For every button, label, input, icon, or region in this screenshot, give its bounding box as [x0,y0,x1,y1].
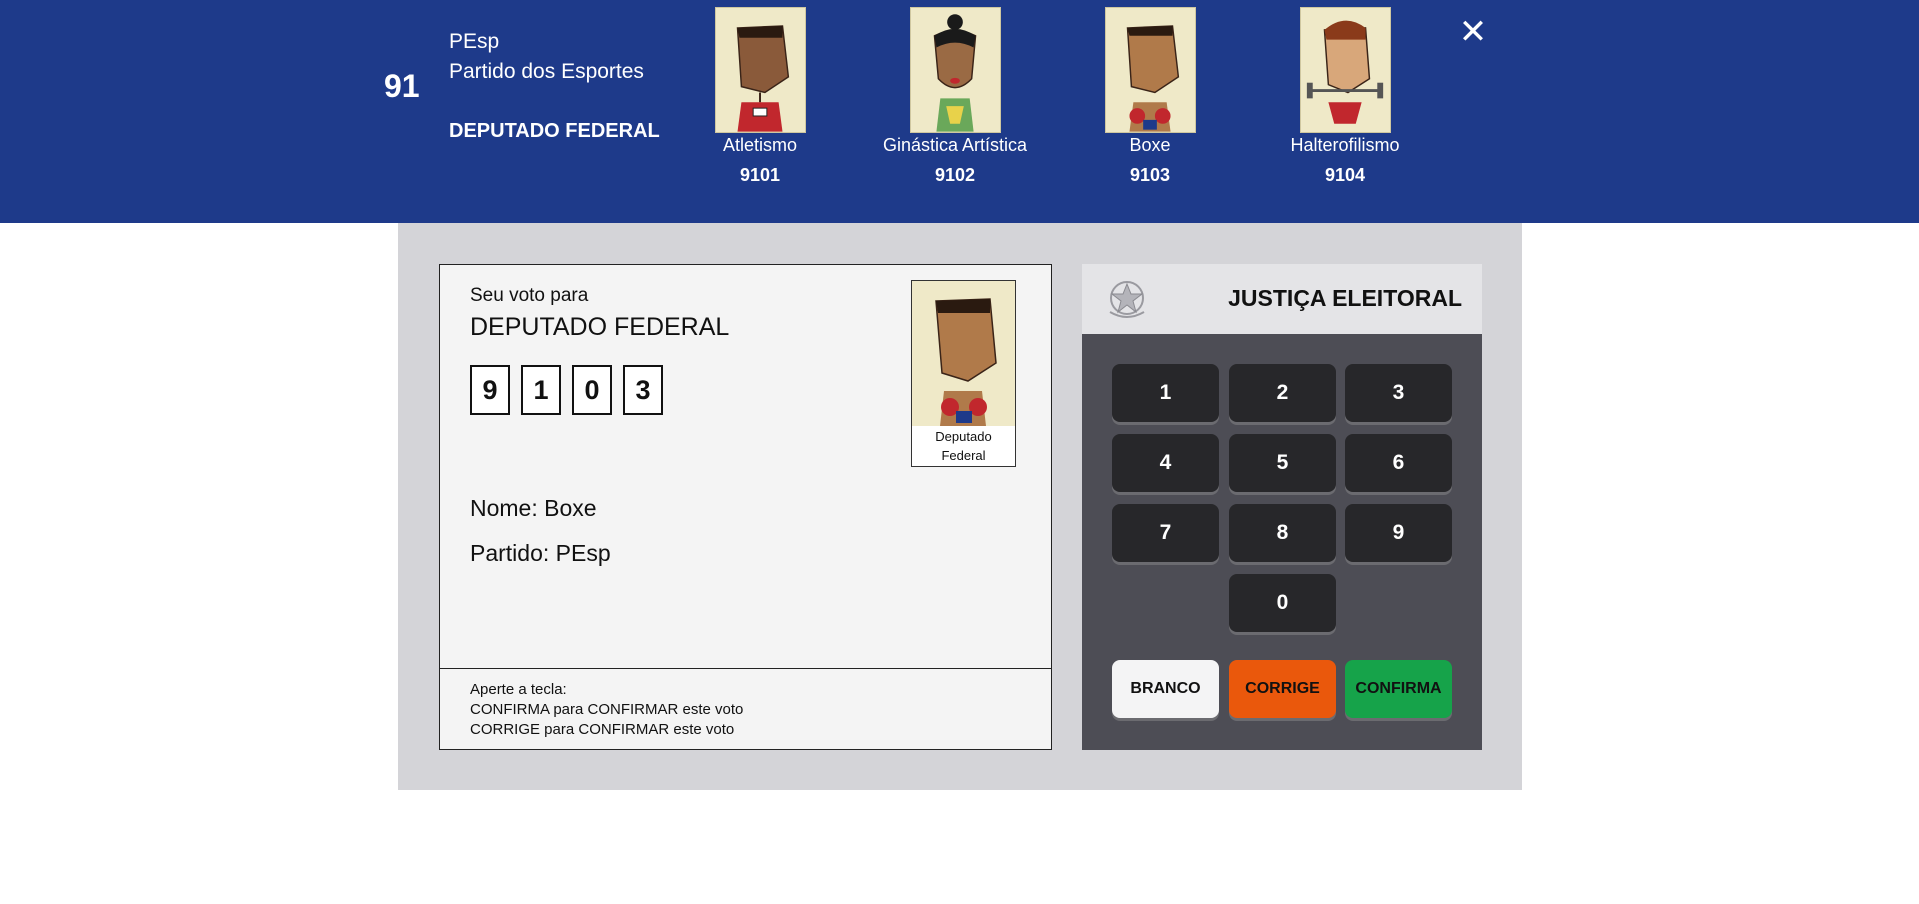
key-5[interactable]: 5 [1229,434,1336,492]
key-4[interactable]: 4 [1112,434,1219,492]
party-abbreviation: PEsp [449,30,500,53]
close-icon[interactable]: ✕ [1458,14,1488,50]
candidate-photo-icon [909,7,1001,133]
key-9[interactable]: 9 [1345,504,1452,562]
candidate-name-line: Nome: Boxe [470,495,597,521]
caption-line: Deputado [935,429,992,444]
digit-box: 0 [572,365,612,415]
candidate-number: 9101 [739,165,781,185]
key-8[interactable]: 8 [1229,504,1336,562]
candidate-name: Halterofilismo [1290,135,1400,155]
instruction-line: CORRIGE para CONFIRMAR este voto [470,721,735,738]
candidate-number: 9103 [1129,165,1171,185]
candidate-thumbnail: Deputado Federal [911,280,1016,467]
instruction-line: Aperte a tecla: [470,681,567,698]
key-3[interactable]: 3 [1345,364,1452,422]
instruction-line: CONFIRMA para CONFIRMAR este voto [470,701,744,718]
thumbnail-caption: Deputado Federal [912,426,1015,465]
key-6[interactable]: 6 [1345,434,1452,492]
brand-title: JUSTIÇA ELEITORAL [1228,285,1462,311]
keypad: JUSTIÇA ELEITORAL 1 2 3 4 5 6 7 8 9 0 BR… [1082,264,1482,750]
digit-box: 9 [470,365,510,415]
candidate-card[interactable]: Halterofilismo 9104 [1245,7,1445,186]
digit-box: 1 [521,365,561,415]
key-7[interactable]: 7 [1112,504,1219,562]
key-1[interactable]: 1 [1112,364,1219,422]
confirma-button[interactable]: CONFIRMA [1345,660,1452,718]
party-header: 91 PEsp Partido dos Esportes DEPUTADO FE… [0,0,1919,223]
party-name: Partido dos Esportes [449,60,644,83]
digit-boxes: 9 1 0 3 [470,365,663,415]
caption-line: Federal [941,448,986,463]
candidate-name: Atletismo [722,135,798,155]
party-number: 91 [384,68,420,104]
candidate-photo-icon [1104,7,1196,133]
coat-of-arms-icon [1109,281,1145,318]
candidate-card[interactable]: Boxe 9103 [1050,7,1250,186]
candidate-name: Boxe [1129,135,1171,155]
candidate-party-line: Partido: PEsp [470,540,611,566]
candidate-photo-icon [912,281,1015,426]
key-2[interactable]: 2 [1229,364,1336,422]
branco-button[interactable]: BRANCO [1112,660,1219,718]
candidate-name: Ginástica Artística [882,135,1028,155]
vote-screen: Seu voto para DEPUTADO FEDERAL 9 1 0 3 D… [439,264,1052,750]
candidate-photo-icon [1299,7,1391,133]
office-title: DEPUTADO FEDERAL [449,120,660,142]
digit-box: 3 [623,365,663,415]
candidate-number: 9104 [1324,165,1366,185]
keypad-header: JUSTIÇA ELEITORAL [1082,264,1482,334]
corrige-button[interactable]: CORRIGE [1229,660,1336,718]
vote-office-title: DEPUTADO FEDERAL [470,313,730,341]
instructions: Aperte a tecla: CONFIRMA para CONFIRMAR … [440,668,1051,749]
candidate-card[interactable]: Ginástica Artística 9102 [855,7,1055,186]
candidate-photo-icon [714,7,806,133]
candidate-number: 9102 [934,165,976,185]
vote-for-label: Seu voto para [470,285,589,306]
candidate-card[interactable]: Atletismo 9101 [660,7,860,186]
key-0[interactable]: 0 [1229,574,1336,632]
